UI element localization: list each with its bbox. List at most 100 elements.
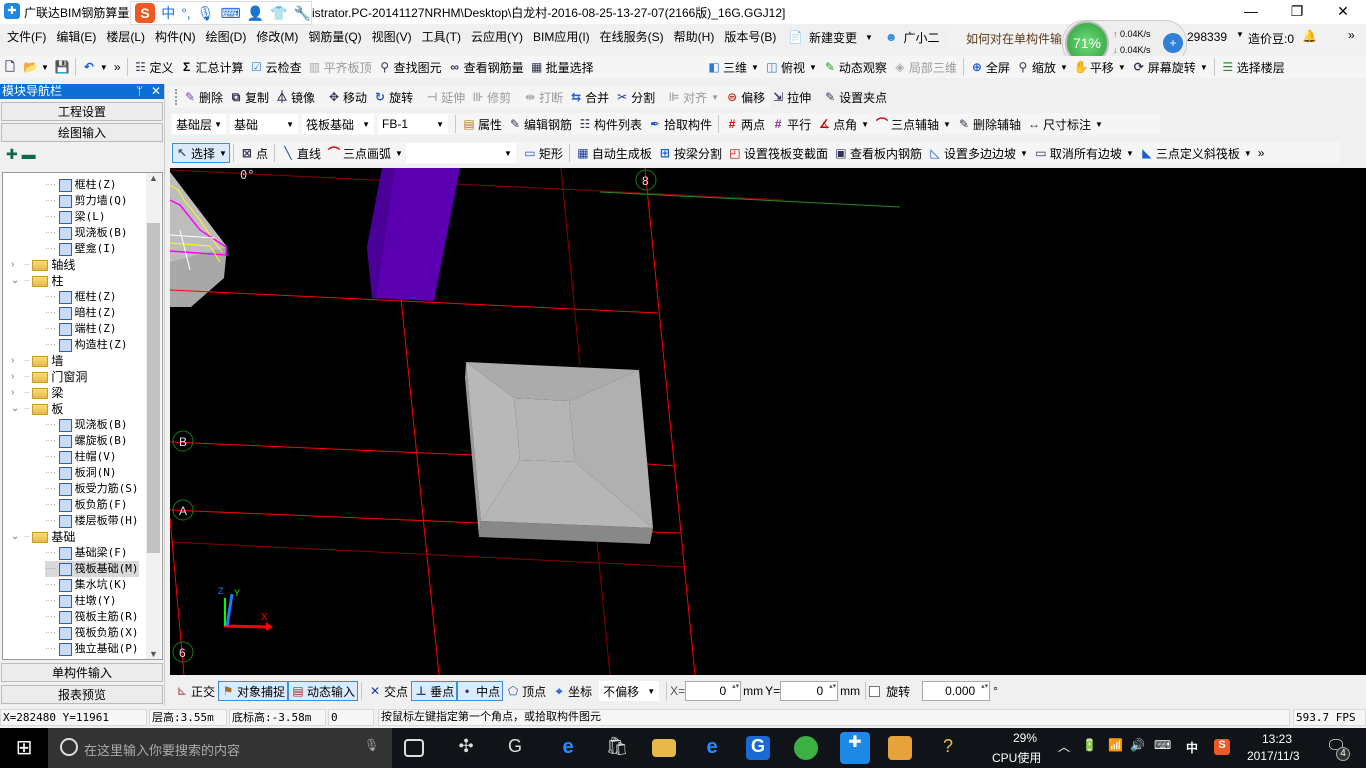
dropdown-arrow-icon[interactable]: ▼ xyxy=(943,120,951,129)
select-button[interactable]: ↖ 选择 ▼ xyxy=(172,143,230,163)
chevron-right-icon[interactable]: › xyxy=(11,257,21,273)
user-icon[interactable]: 👤 xyxy=(247,5,264,22)
cost-beans[interactable]: 造价豆:0 xyxy=(1248,30,1294,47)
chevron-down-icon[interactable]: ⌄ xyxy=(11,273,21,289)
menu-item[interactable]: 编辑(E) xyxy=(51,26,101,48)
tree-item[interactable]: ···· 现浇板(B) xyxy=(45,225,128,241)
cancel-slope-button[interactable]: ▭ 取消所有边坡 ▼ xyxy=(1031,143,1137,163)
cloud-check-button[interactable]: ☑ 云检查 xyxy=(247,57,305,77)
tree-item[interactable]: ···· 柱帽(V) xyxy=(45,449,117,465)
clock-time[interactable]: 13:23 xyxy=(1262,732,1292,746)
menu-item[interactable]: 工具(T) xyxy=(417,26,466,48)
sum-button[interactable]: Σ 汇总计算 xyxy=(177,57,247,77)
battery-icon[interactable]: 🔋 xyxy=(1082,738,1097,752)
menu-item[interactable]: 在线服务(S) xyxy=(595,26,669,48)
properties-button[interactable]: ▤ 属性 xyxy=(459,114,505,134)
close-button[interactable]: ✕ xyxy=(1320,0,1366,24)
midpoint-button[interactable]: • 中点 xyxy=(457,681,504,701)
ime-toolbar[interactable]: S 中 °, 🎙 ⌨ 👤 👕 🔧 xyxy=(130,1,312,25)
tree-folder[interactable]: ⌄ ·· 基础 xyxy=(11,529,75,545)
maximize-button[interactable]: ❐ xyxy=(1274,0,1320,24)
start-button[interactable]: ⊞ xyxy=(0,728,48,768)
undo-button[interactable]: ↶ ▼ xyxy=(79,57,111,77)
split-button[interactable]: ✂ 分割 xyxy=(612,87,658,107)
input-language[interactable]: 中 xyxy=(1186,739,1198,756)
pick-component-button[interactable]: ✒ 拾取构件 xyxy=(645,114,715,134)
intersection-button[interactable]: ✕ 交点 xyxy=(365,681,411,701)
view-slab-rebar-button[interactable]: ▣ 查看板内钢筋 xyxy=(831,143,925,163)
tree-folder[interactable]: › ·· 墙 xyxy=(11,353,63,369)
glodon-g-icon[interactable]: G xyxy=(746,736,770,760)
tree-folder[interactable]: › ·· 梁 xyxy=(11,385,63,401)
3d-button[interactable]: ◧ 三维 ▼ xyxy=(704,57,762,77)
rectangle-button[interactable]: ▭ 矩形 xyxy=(520,143,566,163)
dropdown-arrow-icon[interactable]: ▼ xyxy=(809,63,817,72)
tree-item[interactable]: ···· 端柱(Z) xyxy=(45,321,117,337)
wifi-icon[interactable]: 📶 xyxy=(1108,738,1123,752)
dropdown-arrow-icon[interactable]: ▼ xyxy=(861,120,869,129)
dropdown-arrow-icon[interactable]: ▼ xyxy=(1118,63,1126,72)
dropdown-arrow-icon[interactable]: ▼ xyxy=(1244,149,1252,158)
zoom-button[interactable]: ⚲ 缩放 ▼ xyxy=(1013,57,1071,77)
rotate-screen-button[interactable]: ⟳ 屏幕旋转 ▼ xyxy=(1129,57,1211,77)
copy-button[interactable]: ⧉ 复制 xyxy=(226,87,272,107)
microphone-icon[interactable]: 🎙 xyxy=(197,5,215,22)
open-folder-button[interactable]: 📂 ▼ xyxy=(20,57,52,77)
raft-foundation[interactable] xyxy=(465,362,653,544)
search-box[interactable]: 在这里输入你要搜索的内容 🎙 xyxy=(48,728,392,768)
fan-app-icon[interactable]: ✣ xyxy=(454,736,478,760)
new-file-button[interactable]: 🗋 xyxy=(0,57,20,77)
offset-button[interactable]: ⊜ 偏移 xyxy=(722,87,768,107)
tree-item[interactable]: ···· 构造柱(Z) xyxy=(45,337,128,353)
viewport-svg[interactable]: 0° 8 B A 6 X Y Z xyxy=(169,167,1366,676)
task-view-icon[interactable] xyxy=(404,739,424,757)
tree-item[interactable]: ···· 楼层板带(H) xyxy=(45,513,139,529)
more-button[interactable]: » xyxy=(1255,143,1268,163)
collapse-all-icon[interactable]: ▬ xyxy=(22,146,36,162)
select-floor-button[interactable]: ☰ 选择楼层 xyxy=(1218,57,1288,77)
tray-expand-icon[interactable]: ︿ xyxy=(1058,738,1070,755)
rotate-button[interactable]: ↻ 旋转 xyxy=(370,87,416,107)
extend-button[interactable]: ⊣ 延伸 xyxy=(422,87,468,107)
tree-item[interactable]: ···· 暗柱(Z) xyxy=(45,305,117,321)
floor-select[interactable]: 基础层 ▼ xyxy=(172,114,226,134)
menu-item[interactable]: BIM应用(I) xyxy=(528,26,595,48)
help-app-icon[interactable]: ? xyxy=(936,736,960,760)
pin-icon[interactable]: ᛘ xyxy=(136,84,143,99)
dropdown-arrow-icon[interactable]: ▼ xyxy=(1060,63,1068,72)
tree-item[interactable]: ···· 柱墩(Y) xyxy=(45,593,117,609)
perpendicular-button[interactable]: ⊥ 垂点 xyxy=(411,681,458,701)
point-button[interactable]: ⊠ 点 xyxy=(237,143,271,163)
project-settings-button[interactable]: 工程设置 xyxy=(1,102,163,121)
menu-item[interactable]: 构件(N) xyxy=(150,26,201,48)
keyboard-icon[interactable]: ⌨ xyxy=(220,5,240,22)
align-button[interactable]: ⊫ 对齐 ▼ xyxy=(664,87,722,107)
auto-slab-button[interactable]: ▦ 自动生成板 xyxy=(573,143,655,163)
dimension-button[interactable]: ↔ 尺寸标注 ▼ xyxy=(1024,114,1106,134)
volume-icon[interactable]: 🔊 xyxy=(1130,738,1145,752)
ggj-app-icon[interactable]: ✚ xyxy=(840,732,870,764)
clock-date[interactable]: 2017/11/3 xyxy=(1247,749,1300,763)
break-button[interactable]: ⇹ 打断 xyxy=(520,87,566,107)
chevron-right-icon[interactable]: › xyxy=(11,369,21,385)
plus-icon[interactable]: + xyxy=(1163,33,1183,53)
tree-item[interactable]: ···· 筏板基础(M) xyxy=(45,561,139,577)
tree-item[interactable]: ···· 板洞(N) xyxy=(45,465,117,481)
delete-axis-button[interactable]: ✎ 删除辅轴 xyxy=(954,114,1024,134)
tree-item[interactable]: ···· 板负筋(F) xyxy=(45,497,128,513)
dropdown-arrow-icon[interactable]: ▼ xyxy=(1126,149,1134,158)
column[interactable] xyxy=(367,168,460,301)
inclined-raft-button[interactable]: ◣ 三点定义斜筏板 ▼ xyxy=(1137,143,1255,163)
menu-item[interactable]: 帮助(H) xyxy=(669,26,720,48)
tree-folder[interactable]: ⌄ ·· 柱 xyxy=(11,273,63,289)
tree-item[interactable]: ···· 独立基础(P) xyxy=(45,641,139,657)
orbit-button[interactable]: ✎ 动态观察 xyxy=(820,57,890,77)
expand-all-icon[interactable]: ✚ xyxy=(6,146,18,162)
rotate-angle-input[interactable]: 0.000 xyxy=(922,681,991,701)
line-button[interactable]: ╲ 直线 xyxy=(278,143,324,163)
dropdown-arrow-icon[interactable]: ▼ xyxy=(751,63,759,72)
tree-item[interactable]: ···· 剪力墙(Q) xyxy=(45,193,128,209)
ime-punctuation[interactable]: °, xyxy=(181,5,191,21)
chevron-right-icon[interactable]: › xyxy=(11,353,21,369)
tree-item[interactable]: ···· 框柱(Z) xyxy=(45,289,117,305)
